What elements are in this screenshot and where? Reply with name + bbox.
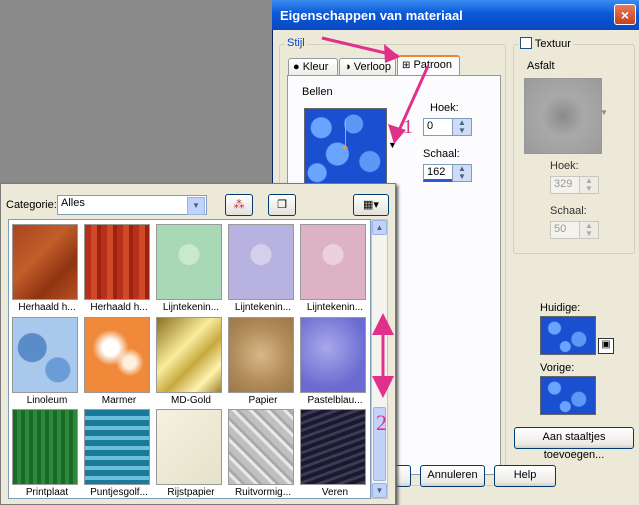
annotation-marker-2: 2 — [376, 410, 387, 435]
scroll-arrow-up — [372, 313, 394, 335]
annotation-marker-1: 1 — [403, 116, 413, 138]
scroll-arrow-down — [372, 376, 394, 398]
tutorial-annotations — [321, 36, 430, 398]
arrowhead-patroon — [384, 44, 400, 63]
